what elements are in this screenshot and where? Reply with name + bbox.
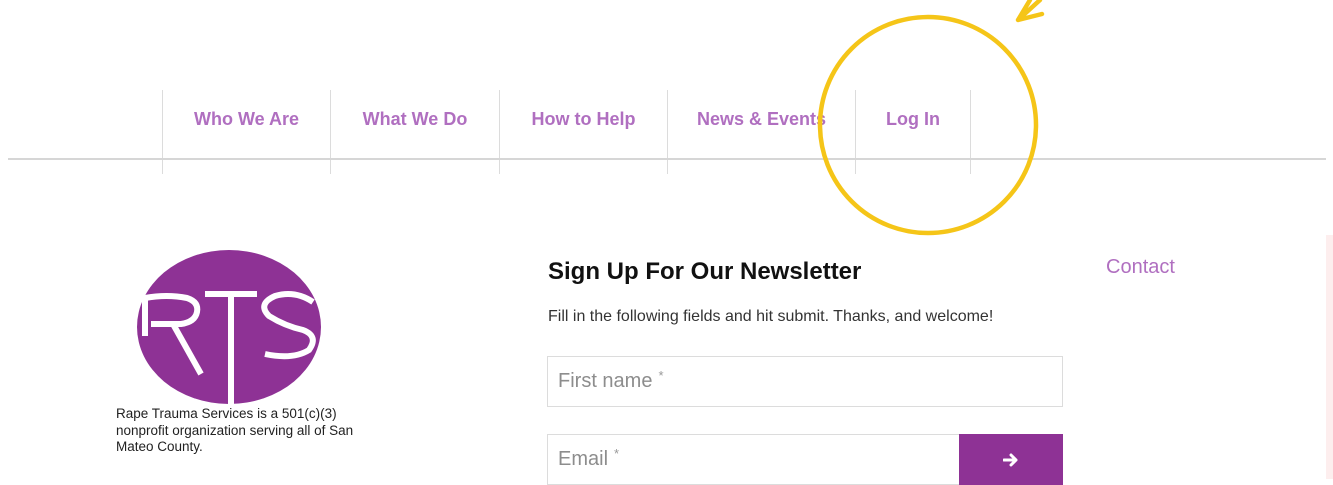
arrow-right-icon — [1003, 453, 1018, 466]
nav-who-we-are-label: Who We Are — [193, 108, 299, 129]
nav-underline — [8, 158, 1326, 160]
newsletter-submit-button[interactable] — [959, 434, 1063, 485]
nav-divider — [970, 90, 971, 174]
newsletter-title: Sign Up For Our Newsletter — [548, 258, 862, 285]
newsletter-subtitle: Fill in the following fields and hit sub… — [548, 308, 994, 325]
rts-logo — [137, 250, 321, 404]
email-placeholder: Email — [558, 448, 609, 470]
nav-how-to-help-label: How to Help — [531, 108, 636, 129]
email-field[interactable]: Email * — [547, 434, 960, 485]
nav-news-events[interactable]: News & Events — [667, 90, 855, 174]
contact-link[interactable]: Contact — [1106, 256, 1175, 279]
nav-how-to-help[interactable]: How to Help — [499, 90, 667, 174]
mission-brand: Rape Trauma Services — [116, 406, 254, 421]
annotation-arrow-icon — [1015, 0, 1045, 23]
mission-statement: Rape Trauma Services is a 501(c)(3) nonp… — [116, 406, 366, 456]
right-edge-panel — [1326, 235, 1333, 479]
nav-log-in-label: Log In — [886, 108, 940, 129]
email-required-mark: * — [614, 446, 620, 461]
nav-log-in[interactable]: Log In — [855, 90, 970, 174]
first-name-placeholder: First name — [558, 370, 653, 392]
nav-what-we-do-label: What We Do — [362, 108, 468, 129]
first-name-required-mark: * — [658, 368, 664, 383]
first-name-field[interactable]: First name * — [547, 356, 1063, 407]
nav-what-we-do[interactable]: What We Do — [330, 90, 499, 174]
nav-who-we-are[interactable]: Who We Are — [162, 90, 330, 174]
nav-news-events-label: News & Events — [696, 108, 827, 129]
